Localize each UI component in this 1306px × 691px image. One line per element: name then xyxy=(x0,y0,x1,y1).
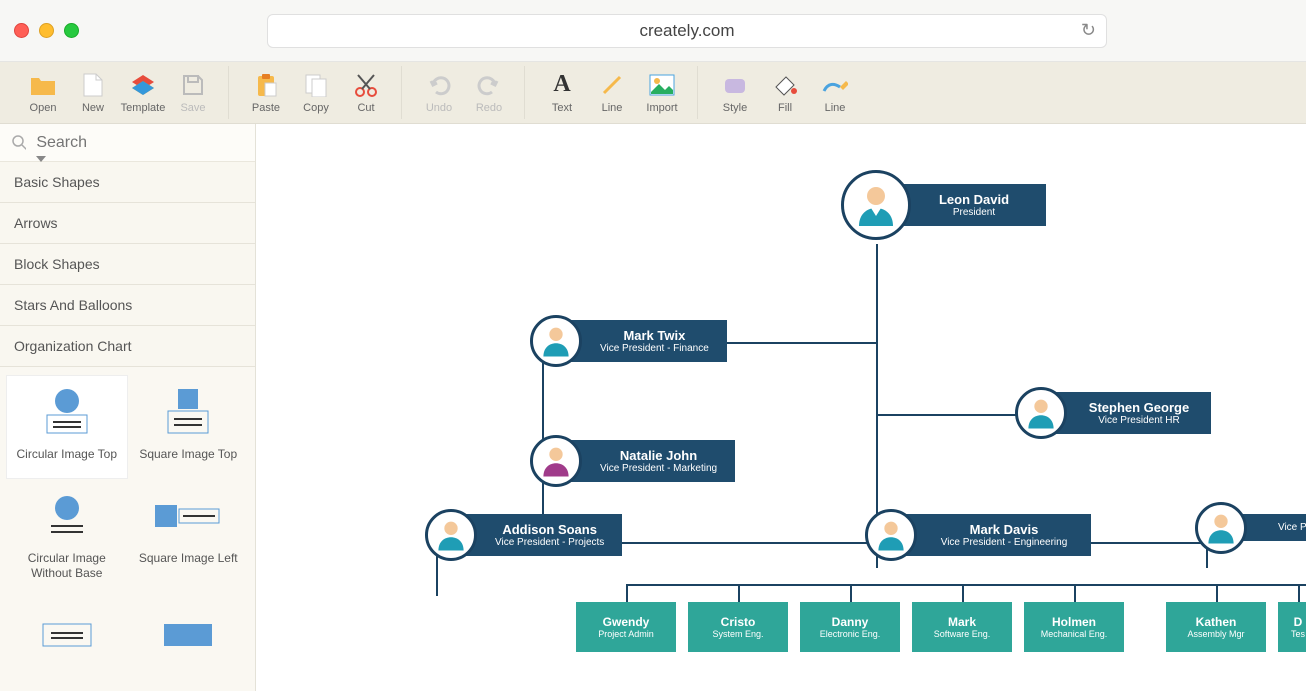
panel-basic-shapes[interactable]: Basic Shapes xyxy=(0,162,255,203)
org-chart-shapes: Circular Image Top Square Image Top Circ… xyxy=(0,367,255,686)
paste-button[interactable]: Paste xyxy=(241,66,291,119)
close-window-button[interactable] xyxy=(14,23,29,38)
org-node-vp-marketing[interactable]: Natalie JohnVice President - Marketing xyxy=(556,440,735,482)
avatar-icon xyxy=(1195,502,1247,554)
connector xyxy=(626,584,628,604)
line-icon xyxy=(599,72,625,98)
save-icon xyxy=(180,72,206,98)
panel-organization-chart[interactable]: Organization Chart xyxy=(0,326,255,367)
avatar-icon xyxy=(425,509,477,561)
search-input[interactable] xyxy=(36,134,243,152)
connector xyxy=(1298,584,1300,604)
shape-circular-no-base[interactable]: Circular Image Without Base xyxy=(6,479,128,598)
url-text: creately.com xyxy=(639,21,734,41)
org-leaf[interactable]: CristoSystem Eng. xyxy=(688,602,788,652)
avatar-icon xyxy=(530,435,582,487)
connector xyxy=(436,556,438,596)
org-leaf[interactable]: DannyElectronic Eng. xyxy=(800,602,900,652)
fill-icon xyxy=(772,72,798,98)
save-button[interactable]: Save xyxy=(168,66,218,119)
pencil-icon xyxy=(822,72,848,98)
avatar-icon xyxy=(865,509,917,561)
maximize-window-button[interactable] xyxy=(64,23,79,38)
redo-icon xyxy=(476,72,502,98)
text-button[interactable]: A Text xyxy=(537,66,587,119)
connector xyxy=(738,584,740,604)
connector xyxy=(1216,584,1218,604)
connector xyxy=(626,584,1206,586)
undo-icon xyxy=(426,72,452,98)
reload-icon[interactable]: ↻ xyxy=(1081,20,1096,41)
org-leaf[interactable]: MarkSoftware Eng. xyxy=(912,602,1012,652)
open-button[interactable]: Open xyxy=(18,66,68,119)
connector xyxy=(1206,584,1306,586)
template-button[interactable]: Template xyxy=(118,66,168,119)
titlebar: creately.com ↻ xyxy=(0,0,1306,62)
image-icon xyxy=(649,72,675,98)
window-controls xyxy=(14,23,79,38)
panel-block-shapes[interactable]: Block Shapes xyxy=(0,244,255,285)
new-file-icon xyxy=(80,72,106,98)
org-node-vp-hr[interactable]: Stephen GeorgeVice President HR xyxy=(1041,392,1211,434)
connector xyxy=(876,414,1030,416)
line-style-button[interactable]: Line xyxy=(810,66,860,119)
text-icon: A xyxy=(549,72,575,98)
canvas[interactable]: Leon DavidPresident Mark TwixVice Presid… xyxy=(256,124,1306,691)
connector xyxy=(1074,584,1076,604)
shape-circular-image-top[interactable]: Circular Image Top xyxy=(6,375,128,479)
minimize-window-button[interactable] xyxy=(39,23,54,38)
shape-search xyxy=(0,124,255,162)
cut-icon xyxy=(353,72,379,98)
connector xyxy=(962,584,964,604)
line-button[interactable]: Line xyxy=(587,66,637,119)
org-leaf[interactable]: HolmenMechanical Eng. xyxy=(1024,602,1124,652)
org-leaf[interactable]: KathenAssembly Mgr xyxy=(1166,602,1266,652)
style-button[interactable]: Style xyxy=(710,66,760,119)
search-icon xyxy=(12,135,26,151)
shapes-sidebar: Basic Shapes Arrows Block Shapes Stars A… xyxy=(0,124,256,691)
new-button[interactable]: New xyxy=(68,66,118,119)
address-bar[interactable]: creately.com ↻ xyxy=(267,14,1107,48)
panel-stars-balloons[interactable]: Stars And Balloons xyxy=(0,285,255,326)
template-icon xyxy=(130,72,156,98)
folder-icon xyxy=(30,72,56,98)
shape-extra-1[interactable] xyxy=(6,598,128,678)
dropdown-indicator-icon xyxy=(36,156,46,162)
toolbar: Open New Template Save Paste Copy Cut xyxy=(0,62,1306,124)
org-node-vp-finance[interactable]: Mark TwixVice President - Finance xyxy=(556,320,727,362)
fill-button[interactable]: Fill xyxy=(760,66,810,119)
copy-icon xyxy=(303,72,329,98)
org-node-vp-engineering[interactable]: Mark DavisVice President - Engineering xyxy=(891,514,1091,556)
undo-button[interactable]: Undo xyxy=(414,66,464,119)
shape-square-image-left[interactable]: Square Image Left xyxy=(128,479,250,598)
shape-square-image-top[interactable]: Square Image Top xyxy=(128,375,250,479)
import-button[interactable]: Import xyxy=(637,66,687,119)
style-icon xyxy=(722,72,748,98)
paste-icon xyxy=(253,72,279,98)
connector xyxy=(876,244,878,544)
cut-button[interactable]: Cut xyxy=(341,66,391,119)
avatar-icon xyxy=(530,315,582,367)
panel-arrows[interactable]: Arrows xyxy=(0,203,255,244)
avatar-icon xyxy=(1015,387,1067,439)
avatar-icon xyxy=(841,170,911,240)
workspace: Basic Shapes Arrows Block Shapes Stars A… xyxy=(0,124,1306,691)
org-node-president[interactable]: Leon DavidPresident xyxy=(876,184,1046,226)
copy-button[interactable]: Copy xyxy=(291,66,341,119)
redo-button[interactable]: Redo xyxy=(464,66,514,119)
org-node-vp-projects[interactable]: Addison SoansVice President - Projects xyxy=(451,514,622,556)
connector xyxy=(850,584,852,604)
org-node-vp-partial[interactable]: Vice Pr xyxy=(1221,514,1306,541)
org-leaf[interactable]: GwendyProject Admin xyxy=(576,602,676,652)
shape-extra-2[interactable] xyxy=(128,598,250,678)
org-leaf[interactable]: DTes xyxy=(1278,602,1306,652)
